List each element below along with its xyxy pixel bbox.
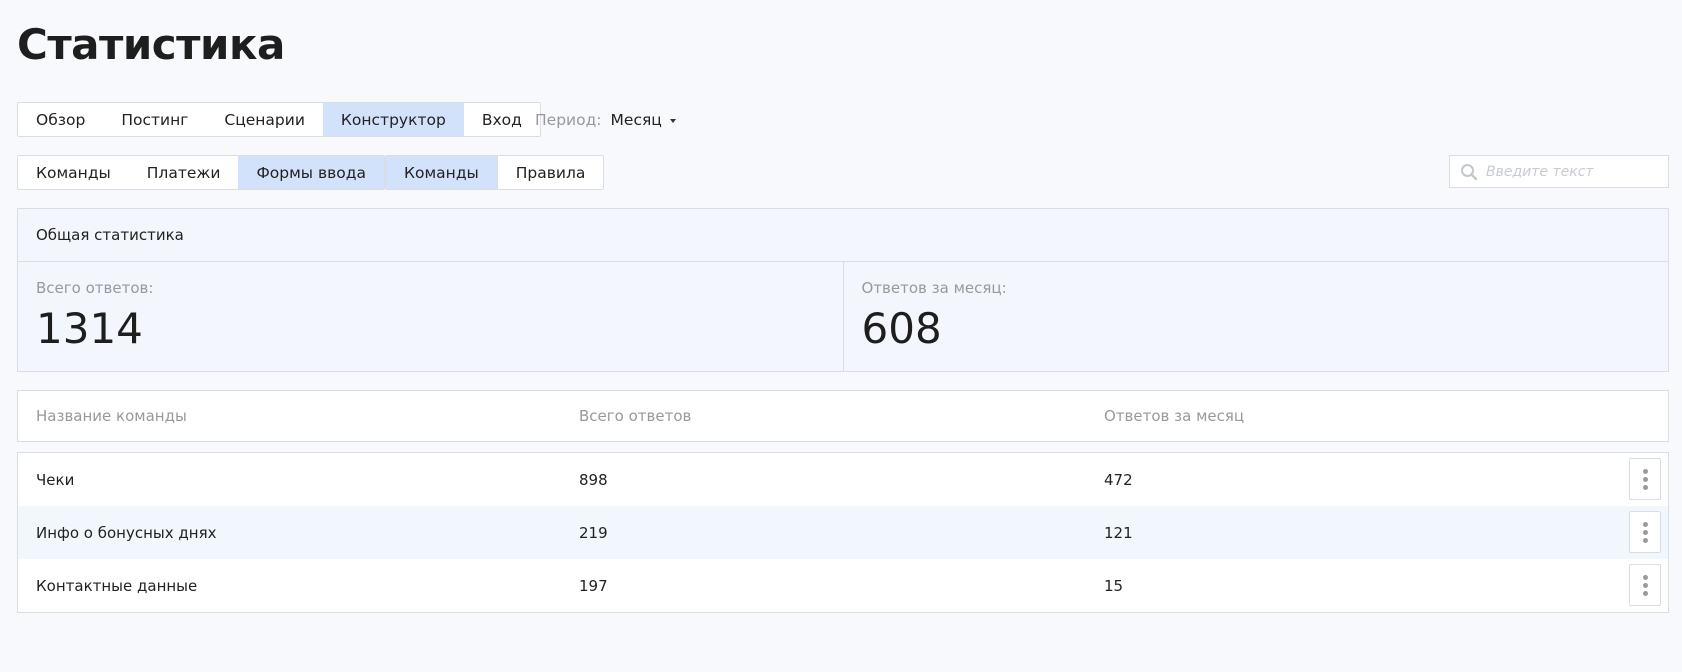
stat-month-label: Ответов за месяц: — [861, 279, 1007, 297]
stat-month: Ответов за месяц: 608 — [842, 262, 1669, 371]
stat-total: Всего ответов: 1314 — [18, 262, 843, 371]
section-tabs: Команды Платежи Формы ввода — [17, 155, 385, 190]
more-dot — [1642, 484, 1648, 490]
period-label: Период: — [535, 110, 602, 129]
column-header-total: Всего ответов — [579, 407, 692, 425]
stat-month-value: 608 — [861, 304, 942, 353]
cell-month: 121 — [1104, 523, 1133, 542]
more-dot — [1642, 529, 1648, 535]
column-header-name: Название команды — [36, 407, 187, 425]
stats-body: Всего ответов: 1314 Ответов за месяц: 60… — [18, 262, 1668, 371]
column-header-month: Ответов за месяц — [1104, 407, 1245, 425]
period-dropdown[interactable]: Месяц — [611, 111, 676, 129]
tab-entry[interactable]: Вход — [464, 103, 540, 136]
page-title: Статистика — [17, 20, 285, 69]
cell-total: 219 — [579, 523, 608, 542]
cell-command-name: Контактные данные — [36, 576, 198, 595]
search-box — [1449, 155, 1669, 188]
table-header: Название команды Всего ответов Ответов з… — [17, 390, 1669, 442]
tab-payments[interactable]: Платежи — [129, 156, 239, 189]
tab-commands[interactable]: Команды — [18, 156, 129, 189]
tab-overview[interactable]: Обзор — [18, 103, 103, 136]
cell-month: 472 — [1104, 470, 1133, 489]
stat-total-value: 1314 — [36, 304, 143, 353]
tab-view-rules[interactable]: Правила — [496, 156, 604, 189]
more-vertical-icon — [1642, 574, 1648, 580]
more-vertical-icon — [1642, 521, 1648, 527]
main-tabs: Обзор Постинг Сценарии Конструктор Вход — [17, 102, 541, 137]
caret-down-icon — [669, 118, 676, 123]
cell-total: 197 — [579, 576, 608, 595]
table-row: Контактные данные 197 15 — [18, 559, 1668, 612]
period-value: Месяц — [610, 110, 662, 129]
cell-command-name: Инфо о бонусных днях — [36, 523, 217, 542]
more-dot — [1642, 582, 1648, 588]
tab-scenarios[interactable]: Сценарии — [206, 103, 323, 136]
search-input[interactable] — [1486, 163, 1656, 180]
view-tabs: Команды Правила — [385, 155, 605, 190]
stat-total-label: Всего ответов: — [36, 279, 154, 297]
more-vertical-icon — [1642, 468, 1648, 474]
more-dot — [1642, 590, 1648, 596]
search-icon — [1461, 163, 1478, 180]
tab-input-forms[interactable]: Формы ввода — [238, 156, 384, 189]
general-stats-panel: Общая статистика Всего ответов: 1314 Отв… — [17, 208, 1669, 372]
row-menu-button[interactable] — [1629, 458, 1661, 500]
row-menu-button[interactable] — [1629, 564, 1661, 606]
cell-month: 15 — [1104, 576, 1124, 595]
cell-total: 898 — [579, 470, 608, 489]
commands-table: Чеки 898 472 Инфо о бонусных днях 219 12… — [17, 452, 1669, 613]
table-row: Чеки 898 472 — [18, 453, 1668, 506]
tab-constructor[interactable]: Конструктор — [322, 103, 464, 136]
stats-header: Общая статистика — [18, 209, 1668, 262]
more-dot — [1642, 537, 1648, 543]
cell-command-name: Чеки — [36, 470, 75, 489]
tab-posting[interactable]: Постинг — [103, 103, 206, 136]
period-selector: Период: Месяц — [535, 102, 676, 137]
more-dot — [1642, 476, 1648, 482]
table-row: Инфо о бонусных днях 219 121 — [18, 506, 1668, 559]
row-menu-button[interactable] — [1629, 511, 1661, 553]
statistics-page: Статистика Обзор Постинг Сценарии Констр… — [0, 0, 1682, 672]
tab-view-commands[interactable]: Команды — [386, 156, 497, 189]
